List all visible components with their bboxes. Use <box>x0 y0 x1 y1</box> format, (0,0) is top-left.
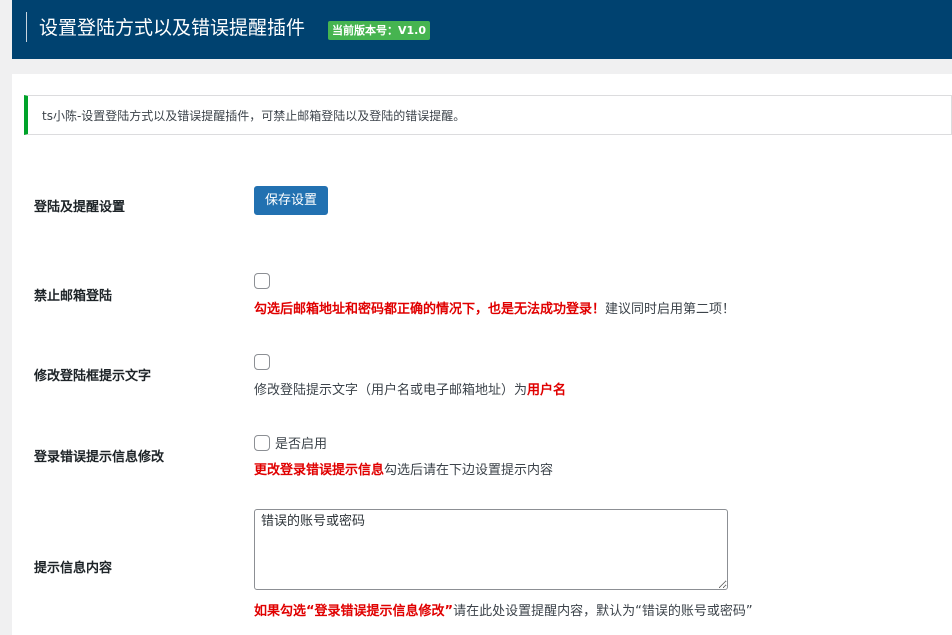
login-hint-value: 用户名 <box>527 383 567 398</box>
page-title: 设置登陆方式以及错误提醒插件 <box>39 17 306 39</box>
disable-email-label: 禁止邮箱登陆 <box>34 289 113 304</box>
save-button[interactable]: 保存设置 <box>254 186 328 215</box>
page-header: 设置登陆方式以及错误提醒插件 当前版本号：V1.0 <box>12 0 952 59</box>
error-message-description: 更改登录错误提示信息勾选后请在下边设置提示内容 <box>254 459 553 478</box>
message-content-highlight: 如果勾选“登录错误提示信息修改” <box>254 604 454 619</box>
message-content-label: 提示信息内容 <box>34 561 113 576</box>
login-hint-checkbox[interactable] <box>254 354 270 370</box>
enable-checkbox-label[interactable]: 是否启用 <box>275 433 327 452</box>
error-message-label: 登录错误提示信息修改 <box>34 450 165 465</box>
disable-email-hint: 建议同时启用第二项！ <box>605 302 736 317</box>
message-content-description: 如果勾选“登录错误提示信息修改”请在此处设置提醒内容，默认为“错误的账号或密码” <box>254 600 753 619</box>
error-message-highlight: 更改登录错误提示信息 <box>254 463 385 478</box>
login-hint-description: 修改登陆提示文字（用户名或电子邮箱地址）为用户名 <box>254 379 566 398</box>
header-divider <box>26 12 27 42</box>
error-message-hint: 勾选后请在下边设置提示内容 <box>384 463 554 478</box>
disable-email-warning: 勾选后邮箱地址和密码都正确的情况下，也是无法成功登录！ <box>254 302 606 317</box>
disable-email-description: 勾选后邮箱地址和密码都正确的情况下，也是无法成功登录！建议同时启用第二项！ <box>254 298 735 317</box>
login-hint-prefix: 修改登陆提示文字（用户名或电子邮箱地址）为 <box>254 383 528 398</box>
login-hint-label: 修改登陆框提示文字 <box>34 369 152 384</box>
error-message-checkbox[interactable] <box>254 435 270 451</box>
notice-text: ts小陈-设置登陆方式以及错误提醒插件，可禁止邮箱登陆以及登陆的错误提醒。 <box>42 109 466 123</box>
disable-email-checkbox[interactable] <box>254 273 270 289</box>
message-content-hint: 请在此处设置提醒内容，默认为“错误的账号或密码” <box>453 604 753 619</box>
version-badge: 当前版本号：V1.0 <box>328 21 430 40</box>
info-notice: ts小陈-设置登陆方式以及错误提醒插件，可禁止邮箱登陆以及登陆的错误提醒。 <box>24 95 952 135</box>
message-content-textarea[interactable]: 错误的账号或密码 <box>254 509 728 590</box>
section-label: 登陆及提醒设置 <box>34 200 126 215</box>
